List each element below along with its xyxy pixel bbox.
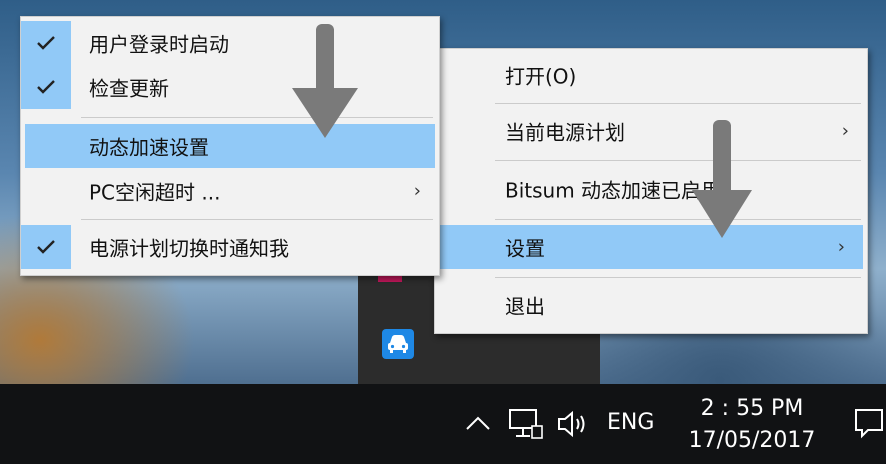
menu-separator [495, 103, 861, 104]
menu-item-open-label: 打开(O) [505, 64, 577, 89]
submenu-item-check-updates[interactable]: 检查更新 [21, 65, 439, 109]
arrow-down-icon [692, 120, 752, 238]
submenu-item-notify-power-plan[interactable]: 电源计划切换时通知我 [21, 225, 439, 269]
submenu-item-label: 检查更新 [89, 76, 169, 101]
menu-item-settings-label: 设置 [505, 236, 545, 261]
submenu-item-label: 用户登录时启动 [89, 32, 229, 57]
car-icon[interactable] [382, 329, 414, 359]
clock-time[interactable]: 2 : 55 PM [682, 396, 822, 421]
menu-item-open[interactable]: 打开(O) [435, 53, 867, 97]
network-icon[interactable] [508, 408, 544, 440]
checkmark-icon [37, 240, 55, 254]
chevron-right-icon: › [841, 120, 849, 142]
menu-item-exit-label: 退出 [505, 294, 545, 319]
menu-separator [81, 219, 433, 220]
taskbar: ENG 2 : 55 PM 17/05/2017 [0, 384, 886, 464]
submenu-item-label: 动态加速设置 [89, 135, 209, 160]
submenu-item-idle-timeout[interactable]: PC空闲超时 ... › [21, 169, 439, 213]
arrow-down-icon [292, 24, 358, 138]
volume-icon[interactable] [556, 408, 592, 440]
submenu-item-boost-settings[interactable]: 动态加速设置 [25, 124, 435, 168]
menu-item-exit[interactable]: 退出 [435, 283, 867, 327]
chevron-right-icon: › [837, 236, 845, 258]
menu-separator [495, 160, 861, 161]
clock-date[interactable]: 17/05/2017 [682, 428, 822, 453]
menu-separator [495, 277, 861, 278]
notification-icon[interactable] [852, 406, 886, 440]
settings-submenu: 用户登录时启动 检查更新 动态加速设置 PC空闲超时 ... › 电源计划切换时… [20, 16, 440, 276]
menu-item-boost-status-label: Bitsum 动态加速已启用 [505, 178, 722, 203]
chevron-right-icon: › [413, 180, 421, 202]
menu-separator [81, 117, 433, 118]
tray-app-indicator [378, 276, 402, 282]
submenu-item-label: PC空闲超时 ... [89, 180, 221, 205]
menu-item-boost-status[interactable]: Bitsum 动态加速已启用 [435, 167, 867, 211]
chevron-up-icon[interactable] [464, 414, 492, 432]
submenu-item-label: 电源计划切换时通知我 [89, 236, 289, 261]
language-indicator[interactable]: ENG [607, 410, 654, 435]
menu-item-settings[interactable]: 设置 › [435, 225, 863, 269]
checkmark-icon [37, 36, 55, 50]
menu-item-power-plan[interactable]: 当前电源计划 › [435, 109, 867, 153]
checkmark-icon [37, 80, 55, 94]
submenu-item-start-on-login[interactable]: 用户登录时启动 [21, 21, 439, 65]
menu-separator [495, 219, 861, 220]
menu-item-power-plan-label: 当前电源计划 [505, 120, 625, 145]
tray-context-menu: 打开(O) 当前电源计划 › Bitsum 动态加速已启用 设置 › 退出 [434, 48, 868, 334]
